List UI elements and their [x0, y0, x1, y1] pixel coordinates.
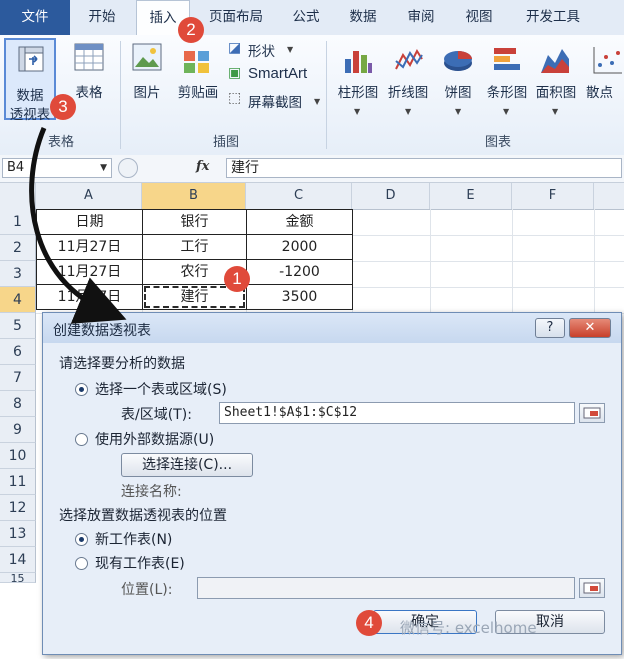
annotation-arrow — [29, 127, 127, 324]
step-marker: 4 — [356, 610, 382, 636]
step-marker: 2 — [178, 17, 204, 43]
step-marker: 1 — [224, 266, 250, 292]
watermark-text: 微信号: excelhome — [400, 619, 537, 637]
step-marker: 3 — [50, 94, 76, 120]
